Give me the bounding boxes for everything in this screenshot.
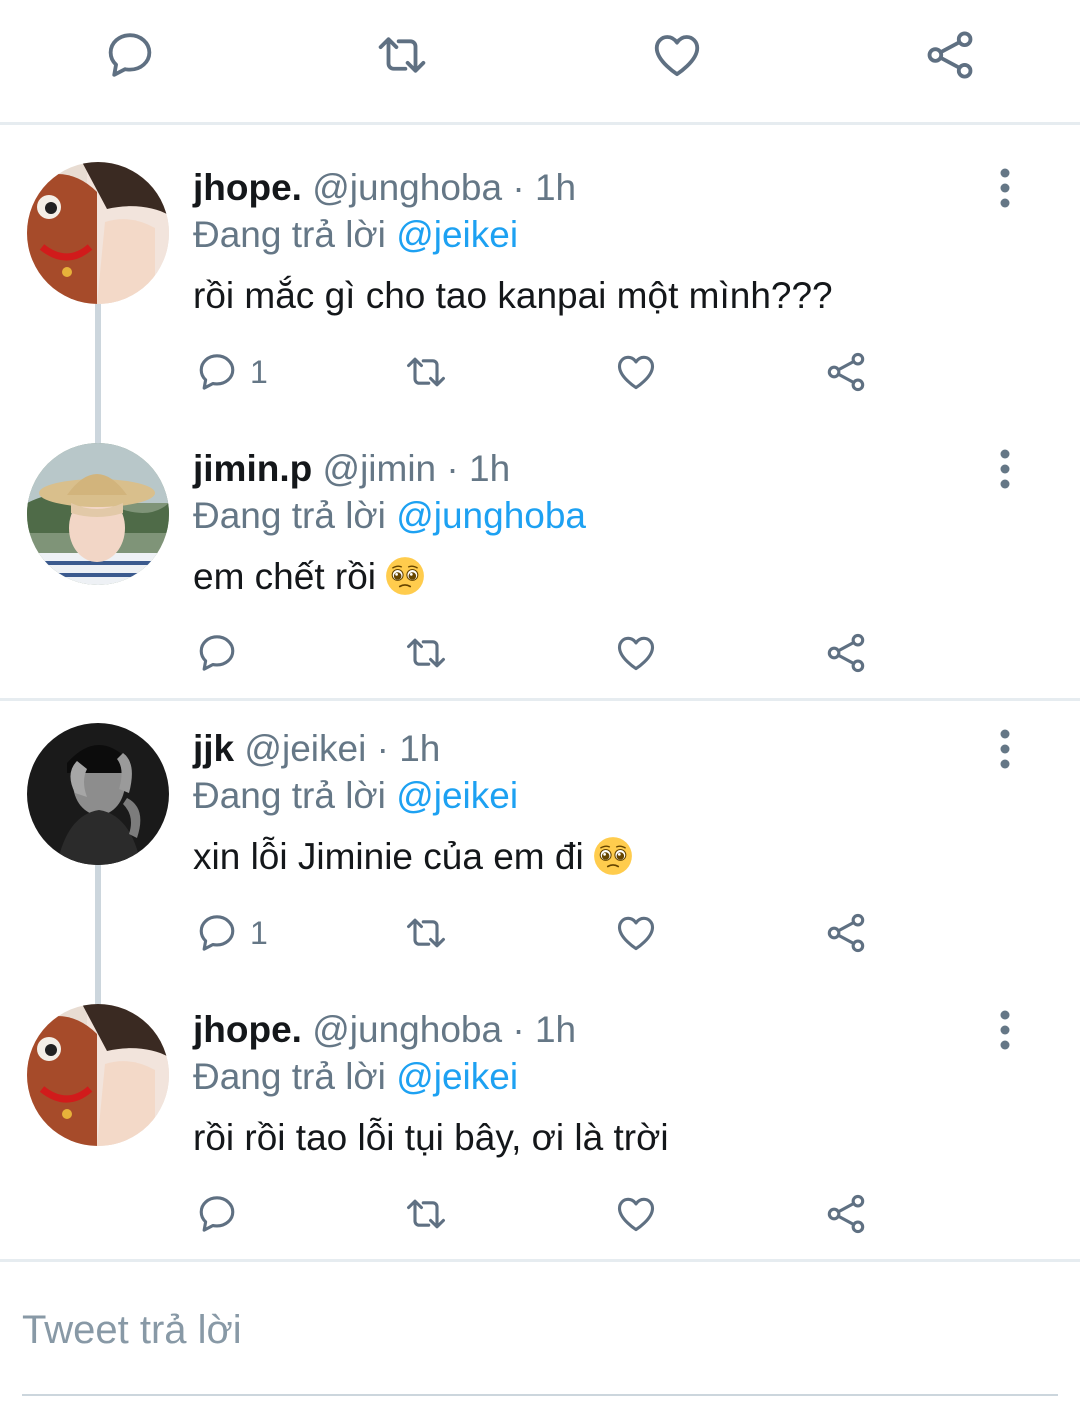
tweet-actions [0,631,1080,681]
replying-to: Đang trả lời @jeikei [193,212,518,258]
tweet-header: jhope. @junghoba · 1h [193,165,576,211]
mention-link[interactable]: @jeikei [396,775,518,816]
like-icon[interactable] [614,1192,658,1236]
divider [0,698,1080,701]
replying-prefix: Đang trả lời [193,775,386,816]
reply-icon[interactable] [195,350,239,394]
avatar[interactable] [27,1004,169,1146]
replying-prefix: Đang trả lời [193,214,386,255]
display-name[interactable]: jhope. [193,1009,302,1050]
tweet-header: jhope. @junghoba · 1h [193,1007,576,1053]
share-icon[interactable] [824,350,868,394]
tweet-text-line: xin lỗi Jiminie của em đi [193,834,634,880]
separator-dot: · [446,448,459,489]
retweet-icon[interactable] [404,1192,448,1236]
replying-to: Đang trả lời @jeikei [193,1054,518,1100]
like-icon[interactable] [614,911,658,955]
retweet-icon[interactable] [404,350,448,394]
tweet-text: xin lỗi Jiminie của em đi [193,836,584,877]
share-icon[interactable] [824,911,868,955]
reply-composer [22,1300,1058,1396]
separator-dot: · [376,728,389,769]
like-icon[interactable] [614,631,658,675]
reply-icon[interactable] [103,28,157,82]
replying-prefix: Đang trả lời [193,495,386,536]
timestamp: 1h [399,728,441,769]
top-action-bar [0,0,1080,122]
timestamp: 1h [469,448,511,489]
like-icon[interactable] [650,28,704,82]
display-name[interactable]: jhope. [193,167,302,208]
separator-dot: · [512,1009,525,1050]
user-handle[interactable]: @jimin [323,448,437,489]
share-icon[interactable] [824,1192,868,1236]
tweet-header: jimin.p @jimin · 1h [193,446,510,492]
share-icon[interactable] [824,631,868,675]
mention-link[interactable]: @jeikei [396,214,518,255]
reply-count: 1 [250,915,268,951]
retweet-icon[interactable] [404,911,448,955]
user-handle[interactable]: @jeikei [244,728,366,769]
tweet-text: rồi rồi tao lỗi tụi bây, ơi là trời [193,1117,669,1158]
avatar[interactable] [27,162,169,304]
tweet-header: jjk @jeikei · 1h [193,726,440,772]
display-name[interactable]: jimin.p [193,448,312,489]
tweet-text: rồi mắc gì cho tao kanpai một mình??? [193,275,833,316]
replying-to: Đang trả lời @junghoba [193,493,586,539]
reply-icon[interactable] [195,631,239,675]
more-options-icon[interactable] [990,446,1020,492]
tweet-actions: 1 [0,911,1080,961]
user-handle[interactable]: @junghoba [312,167,502,208]
replying-prefix: Đang trả lời [193,1056,386,1097]
timestamp: 1h [534,1009,577,1050]
like-icon[interactable] [614,350,658,394]
display-name[interactable]: jjk [193,728,234,769]
retweet-icon[interactable] [375,28,429,82]
reply-icon[interactable] [195,1192,239,1236]
more-options-icon[interactable] [990,165,1020,211]
pleading-face-emoji [384,555,426,597]
more-options-icon[interactable] [990,726,1020,772]
mention-link[interactable]: @junghoba [396,495,586,536]
divider [0,1259,1080,1262]
pleading-face-emoji [592,835,634,877]
reply-count: 1 [250,354,268,390]
replying-to: Đang trả lời @jeikei [193,773,518,819]
tweet-text: em chết rồi [193,556,377,597]
reply-input[interactable] [22,1300,1058,1360]
timestamp: 1h [534,167,577,208]
avatar[interactable] [27,443,169,585]
share-icon[interactable] [923,28,977,82]
mention-link[interactable]: @jeikei [396,1056,518,1097]
reply-icon[interactable] [195,911,239,955]
retweet-icon[interactable] [404,631,448,675]
separator-dot: · [512,167,525,208]
tweet-actions [0,1192,1080,1242]
avatar[interactable] [27,723,169,865]
tweet-actions: 1 [0,350,1080,400]
more-options-icon[interactable] [990,1007,1020,1053]
user-handle[interactable]: @junghoba [312,1009,502,1050]
tweet-text-line: em chết rồi [193,554,426,600]
divider [0,122,1080,125]
